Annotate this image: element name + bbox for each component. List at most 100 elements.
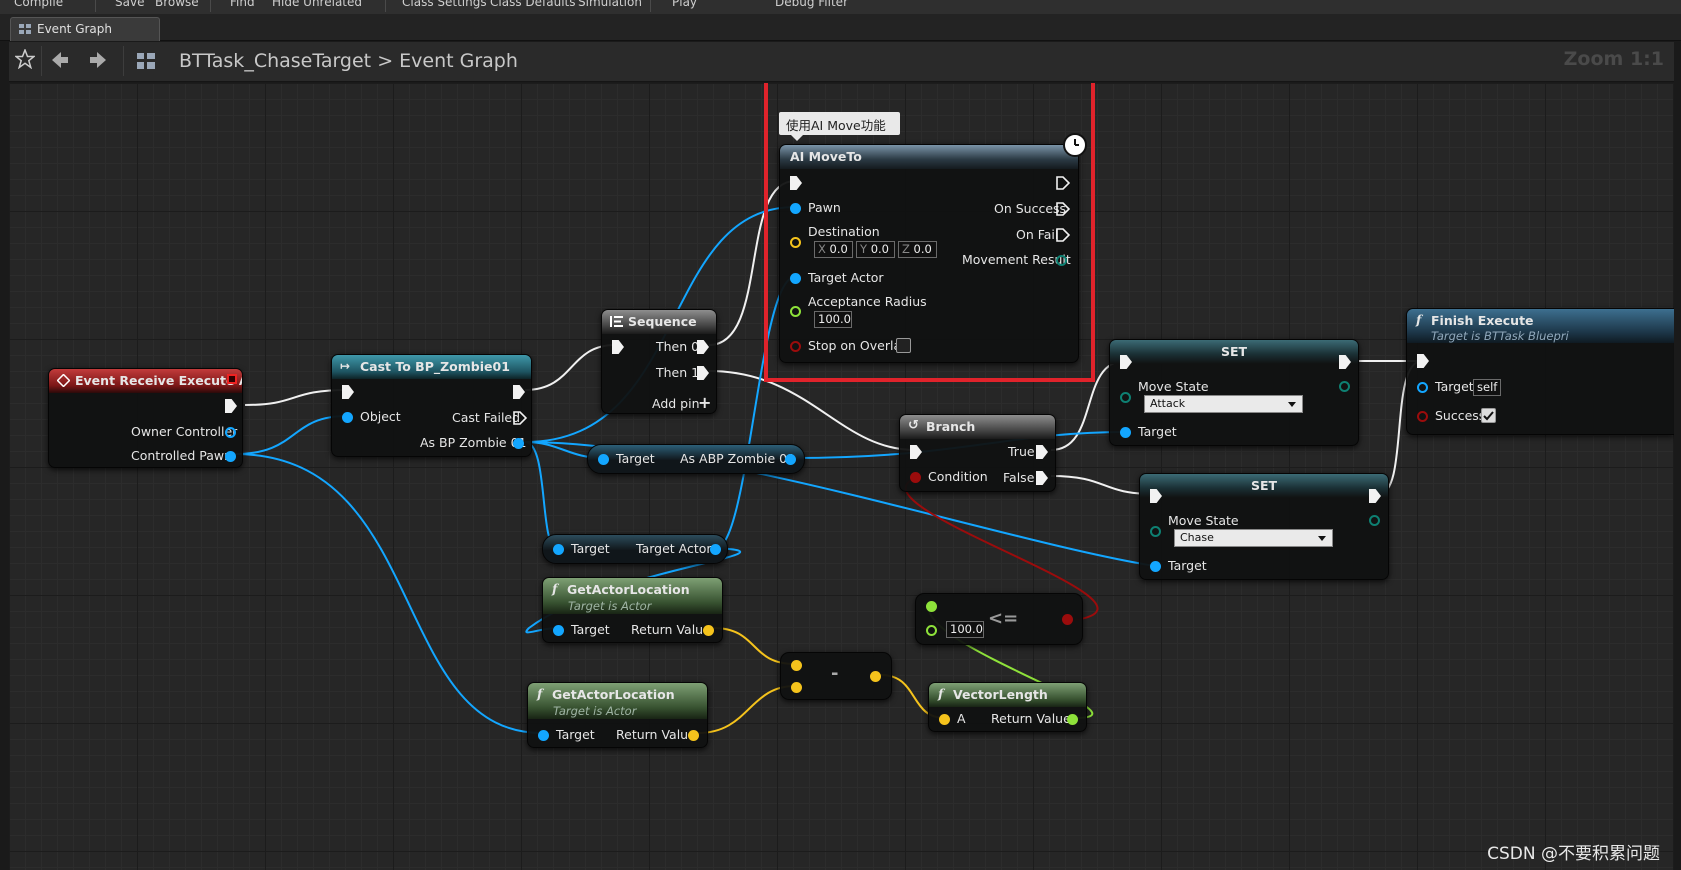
- acceptance-radius-pin[interactable]: [790, 306, 801, 317]
- set-move-state-chase-node[interactable]: SET Move State Chase Target: [1139, 473, 1389, 580]
- owner-controller-label: Owner Controller: [131, 424, 238, 439]
- browse-button[interactable]: Browse: [155, 0, 199, 9]
- b-pin[interactable]: [926, 625, 937, 636]
- exec-in-pin[interactable]: [612, 340, 624, 354]
- target-pin[interactable]: [553, 625, 564, 636]
- star-icon[interactable]: [13, 47, 37, 74]
- class-defaults-button[interactable]: Class Defaults: [490, 0, 575, 9]
- compile-button[interactable]: Compile: [14, 0, 63, 9]
- sequence-node[interactable]: Sequence Then 0 Then 1 Add pin +: [601, 309, 717, 414]
- cast-failed-pin[interactable]: [513, 411, 527, 425]
- exec-in-pin[interactable]: [342, 385, 354, 399]
- target-actor-pin[interactable]: [710, 544, 721, 555]
- breadcrumb-separator: >: [377, 50, 394, 72]
- return-value-pin[interactable]: [703, 625, 714, 636]
- stop-on-overlap-pin[interactable]: [790, 341, 801, 352]
- vector-subtract-node[interactable]: -: [780, 652, 892, 700]
- owner-controller-pin[interactable]: [225, 427, 236, 438]
- add-pin-plus-icon[interactable]: +: [698, 393, 711, 412]
- a-pin[interactable]: [791, 660, 802, 671]
- move-state-dropdown[interactable]: Chase: [1174, 529, 1333, 547]
- a-pin[interactable]: [926, 601, 937, 612]
- compare-value-field[interactable]: 100.0: [946, 621, 984, 638]
- breadcrumb-asset[interactable]: BTTask_ChaseTarget: [179, 50, 371, 72]
- get-actor-location-node[interactable]: f GetActorLocation Target is Actor Targe…: [542, 577, 723, 643]
- destination-z-field[interactable]: Z 0.0: [898, 241, 937, 258]
- class-settings-button[interactable]: Class Settings: [402, 0, 487, 9]
- on-fail-pin[interactable]: [1056, 228, 1070, 242]
- branch-node[interactable]: ↺ Branch True Condition False: [899, 414, 1056, 492]
- return-pin[interactable]: [870, 671, 881, 682]
- target-pin[interactable]: [553, 544, 564, 555]
- target-pin[interactable]: [598, 454, 609, 465]
- get-actor-location-node[interactable]: f GetActorLocation Target is Actor Targe…: [527, 682, 708, 748]
- destination-pin[interactable]: [790, 237, 801, 248]
- debug-filter-label[interactable]: Debug Filter: [775, 0, 848, 9]
- finish-execute-node[interactable]: f Finish Execute Target is BTTask Bluepr…: [1406, 308, 1674, 435]
- less-equal-compare-node[interactable]: 100.0 <=: [915, 593, 1083, 645]
- event-receive-execute-ai-node[interactable]: Event Receive Execute AI Owner Controlle…: [48, 368, 243, 468]
- set-move-state-attack-node[interactable]: SET Move State Attack Target: [1109, 339, 1359, 446]
- true-label: True: [1008, 444, 1035, 459]
- destination-y-field[interactable]: Y 0.0: [856, 241, 895, 258]
- true-pin[interactable]: [1036, 445, 1048, 459]
- move-state-out-pin[interactable]: [1369, 515, 1380, 526]
- object-pin[interactable]: [342, 412, 353, 423]
- success-checkbox[interactable]: [1481, 408, 1496, 423]
- hide-unrelated-button[interactable]: Hide Unrelated: [272, 0, 362, 9]
- vector-length-node[interactable]: f VectorLength A Return Value: [928, 682, 1087, 732]
- return-pin[interactable]: [1062, 614, 1073, 625]
- comment-bubble[interactable]: 使用AI Move功能: [779, 112, 900, 141]
- target-pin[interactable]: [1150, 561, 1161, 572]
- cast-to-bp-zombie01-node[interactable]: ↦ Cast To BP_Zombie01 Object Cast Failed…: [331, 354, 532, 457]
- success-pin[interactable]: [1417, 411, 1428, 422]
- then1-pin[interactable]: [697, 366, 709, 380]
- a-pin[interactable]: [939, 714, 950, 725]
- move-state-dropdown[interactable]: Attack: [1144, 395, 1303, 413]
- graph-canvas[interactable]: 使用AI Move功能 AI MoveTo Pawn On Success De…: [9, 83, 1674, 870]
- move-state-out-pin[interactable]: [1339, 381, 1350, 392]
- delegate-pin[interactable]: [227, 374, 237, 384]
- condition-pin[interactable]: [910, 472, 921, 483]
- target-pin[interactable]: [538, 730, 549, 741]
- simulation-button[interactable]: Simulation: [578, 0, 642, 9]
- play-button[interactable]: Play: [672, 0, 697, 9]
- target-pin[interactable]: [1120, 427, 1131, 438]
- cast-to-abp-zombie01-node[interactable]: Target As ABP Zombie 01: [587, 444, 805, 474]
- pawn-pin[interactable]: [790, 203, 801, 214]
- exec-out-pin[interactable]: [225, 399, 237, 413]
- exec-in-pin[interactable]: [910, 445, 922, 459]
- movement-result-pin[interactable]: [1056, 255, 1067, 266]
- false-pin[interactable]: [1036, 471, 1048, 485]
- tab-event-graph[interactable]: Event Graph: [10, 17, 160, 41]
- then0-pin[interactable]: [697, 340, 709, 354]
- target-actor-pin[interactable]: [790, 273, 801, 284]
- controlled-pawn-pin[interactable]: [225, 451, 236, 462]
- on-success-pin[interactable]: [1056, 202, 1070, 216]
- return-value-pin[interactable]: [688, 730, 699, 741]
- acceptance-radius-field[interactable]: 100.0: [814, 311, 852, 328]
- move-state-pin[interactable]: [1150, 526, 1161, 537]
- b-pin[interactable]: [791, 682, 802, 693]
- exec-in-pin[interactable]: [1417, 354, 1429, 368]
- exec-out-pin[interactable]: [1056, 176, 1070, 190]
- ai-moveto-node[interactable]: AI MoveTo Pawn On Success Destination X …: [779, 144, 1079, 363]
- back-arrow-icon[interactable]: [51, 51, 69, 74]
- exec-in-pin[interactable]: [790, 176, 802, 190]
- forward-arrow-icon[interactable]: [89, 51, 107, 74]
- target-pin[interactable]: [1417, 382, 1428, 393]
- save-button[interactable]: Save: [115, 0, 144, 9]
- as-abp-zombie-pin[interactable]: [785, 454, 796, 465]
- destination-x-field[interactable]: X 0.0: [814, 241, 853, 258]
- self-field[interactable]: self: [1473, 379, 1501, 396]
- find-button[interactable]: Find: [230, 0, 255, 9]
- breadcrumb-graph[interactable]: Event Graph: [399, 50, 518, 72]
- stop-on-overlap-checkbox[interactable]: [896, 338, 911, 353]
- exec-out-pin[interactable]: [513, 385, 525, 399]
- return-value-pin[interactable]: [1067, 714, 1078, 725]
- add-pin-button[interactable]: Add pin: [652, 396, 700, 411]
- move-state-pin[interactable]: [1120, 392, 1131, 403]
- node-title: Sequence: [628, 314, 697, 329]
- as-bp-zombie-pin[interactable]: [513, 438, 524, 449]
- get-target-actor-node[interactable]: Target Target Actor: [542, 534, 728, 564]
